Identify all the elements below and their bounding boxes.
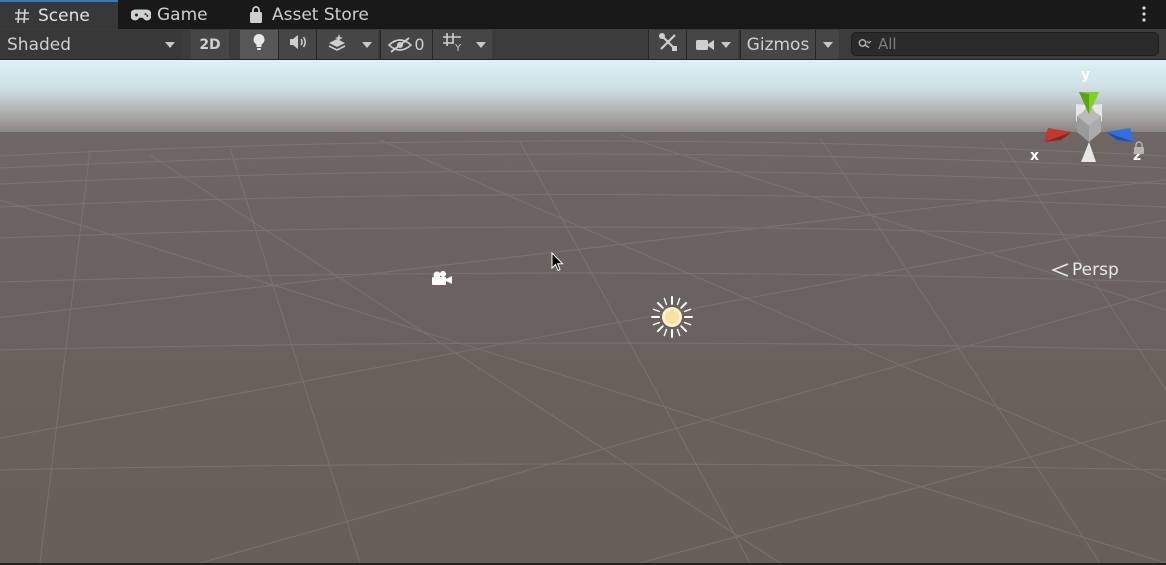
gizmos-dropdown[interactable] [815,30,839,59]
shading-mode-label: Shaded [7,34,72,55]
tab-scene[interactable]: Scene [0,0,118,29]
camera-gizmo-icon[interactable] [430,269,454,287]
scene-camera-button[interactable] [686,30,738,59]
speaker-icon [288,34,308,55]
tab-game[interactable]: Game [129,0,239,29]
effects-layers-icon [327,33,347,56]
gamepad-icon [131,5,151,25]
grid-visibility-toggle[interactable]: Y [432,30,470,59]
shading-mode-dropdown[interactable]: Shaded [0,30,182,59]
chevron-down-icon [822,41,833,48]
sky [0,60,1166,140]
chevron-down-icon [362,41,372,48]
video-camera-icon [695,38,715,52]
search-icon [858,38,874,50]
toggle-2d-button[interactable]: 2D [191,30,229,59]
tab-asset-store[interactable]: Asset Store [246,0,396,29]
axis-y-label: y [1081,67,1091,83]
grid-icon: Y [442,32,462,57]
perspective-icon [1051,263,1069,277]
tab-label: Asset Store [272,4,369,25]
svg-text:Y: Y [454,43,462,52]
effects-dropdown[interactable] [356,30,378,59]
search-field[interactable] [851,32,1159,56]
light-gizmo-icon[interactable] [650,295,694,339]
tab-bar: Scene Game Asset Store [0,0,1166,29]
mouse-cursor-icon [551,251,565,274]
grid-dropdown[interactable] [470,30,492,59]
scene-visibility-toggle[interactable]: 0 [380,30,432,59]
chevron-down-icon [720,41,731,48]
chevron-down-icon [476,41,486,48]
scene-lighting-toggle[interactable] [240,30,278,59]
ground-plane [0,132,1166,563]
tab-label: Scene [38,5,90,26]
eye-slash-icon [388,36,413,53]
scene-window: Scene Game Asset Store Shaded 2D 0 Y Giz… [0,0,1166,565]
more-options-icon[interactable] [1134,4,1154,24]
scene-audio-toggle[interactable] [278,30,316,59]
lock-icon[interactable] [1133,140,1145,154]
projection-label: Persp [1072,260,1119,280]
search-input[interactable] [878,35,1148,53]
shopping-bag-icon [246,5,266,25]
lightbulb-icon [252,33,266,56]
axis-x-label: x [1030,148,1040,164]
projection-toggle[interactable]: Persp [1051,260,1119,280]
gizmos-button[interactable]: Gizmos [740,30,815,59]
scene-toolbar: Shaded 2D 0 Y Gizmos All [0,29,1166,60]
orientation-gizmo[interactable]: y x z [1026,67,1152,170]
chevron-down-icon [165,41,175,48]
hidden-object-count: 0 [414,35,425,54]
tab-label: Game [157,4,208,25]
scene-viewport[interactable]: y x z Persp [0,60,1166,563]
scene-effects-toggle[interactable] [316,30,356,59]
tools-icon [658,32,678,57]
component-tools-button[interactable] [648,30,686,59]
grid-hash-icon [12,6,32,26]
